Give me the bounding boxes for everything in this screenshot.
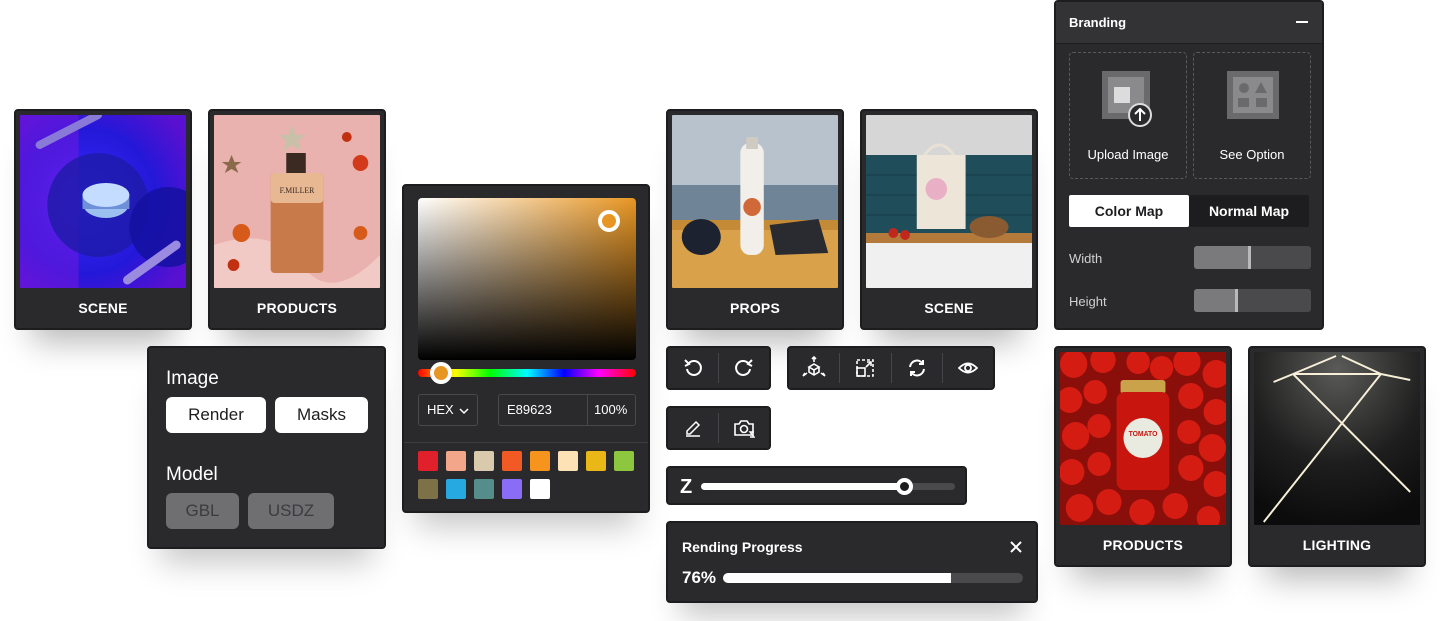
undo-icon [684,359,702,376]
resize-button[interactable] [840,348,890,388]
swatch-color[interactable] [614,451,634,471]
scene-label: SCENE [924,300,974,316]
close-button[interactable] [1006,537,1026,557]
bottle-brand-text: F.MILLER [280,186,315,195]
move-3d-button[interactable] [789,348,839,388]
chevron-down-icon [459,408,469,415]
scene-thumbnail [866,115,1032,288]
swatch-color[interactable] [474,479,494,499]
progress-fill [723,573,951,583]
swatch-color[interactable] [446,479,466,499]
lighting-card[interactable]: LIGHTING [1248,346,1426,567]
pencil-button[interactable] [668,408,718,448]
color-map-tab[interactable]: Color Map [1069,195,1189,227]
scene-label: SCENE [78,300,128,316]
lighting-thumbnail [1254,352,1420,525]
z-slider-fill [701,483,905,490]
upload-image-icon [1102,71,1152,127]
transform-toolbar [787,346,995,390]
redo-icon [735,359,753,376]
swatch-color[interactable] [474,451,494,471]
products-label: PRODUCTS [256,300,338,316]
refresh-icon [908,359,925,377]
branding-panel: Branding Upload Image See Option Color M… [1054,0,1324,330]
camera-rotate-icon [734,420,755,438]
height-slider[interactable] [1194,289,1311,312]
image-model-panel: Image Render Masks Model GBL USDZ [147,346,386,549]
usdz-button[interactable]: USDZ [248,493,334,529]
redo-button[interactable] [719,348,769,388]
progress-track [723,573,1023,583]
image-section-title: Image [166,368,219,389]
z-axis-label: Z [680,476,693,498]
close-icon [1010,541,1022,553]
color-picker-panel: HEX E89623 100% [402,184,650,513]
pencil-icon [686,420,701,437]
opacity-field[interactable]: 100% [594,395,627,425]
branding-title: Branding [1069,15,1127,30]
color-format-select[interactable]: HEX [418,394,478,426]
model-section-title: Model [166,464,218,485]
jar-label-text: TOMATO [1129,431,1158,438]
see-option-tile[interactable]: See Option [1193,52,1311,179]
hue-handle[interactable] [430,362,452,384]
move-3d-icon [802,356,826,377]
products-label: PRODUCTS [1102,537,1184,553]
progress-percent: 76% [682,568,717,587]
refresh-button[interactable] [892,348,942,388]
swatch-color[interactable] [530,479,550,499]
swatch-color[interactable] [586,451,606,471]
rendering-progress-title: Rending Progress [682,539,803,555]
products-card[interactable]: F.MILLER PRODUCTS [208,109,386,330]
rendering-progress-panel: Rending Progress 76% [666,521,1038,603]
branding-header: Branding [1056,2,1322,44]
scene-thumbnail [20,115,186,288]
products-card[interactable]: TOMATO PRODUCTS [1054,346,1232,567]
props-card[interactable]: PROPS [666,109,844,330]
glb-button[interactable]: GBL [166,493,239,529]
minus-icon [1296,21,1308,23]
width-slider-fill [1194,246,1252,269]
height-slider-fill [1194,289,1239,312]
swatch-color[interactable] [446,451,466,471]
lighting-label: LIGHTING [1302,537,1372,553]
hex-input-group: E89623 100% [498,394,636,426]
z-slider-handle[interactable] [896,478,914,495]
undo-button[interactable] [668,348,718,388]
products-thumbnail: F.MILLER [214,115,380,288]
swatch-color[interactable] [530,451,550,471]
z-slider-panel: Z [666,466,967,505]
width-slider[interactable] [1194,246,1311,269]
products-thumbnail: TOMATO [1060,352,1226,525]
props-thumbnail [672,115,838,288]
collapse-button[interactable] [1292,12,1312,32]
scene-card[interactable]: SCENE [860,109,1038,330]
z-slider-track[interactable] [701,478,955,495]
swatch-color[interactable] [418,451,438,471]
shapes-icon [1227,71,1279,119]
upload-image-label: Upload Image [1087,147,1169,162]
see-option-label: See Option [1219,147,1285,162]
hex-value-field[interactable]: E89623 [507,395,552,425]
masks-button[interactable]: Masks [275,397,368,433]
swatch-color[interactable] [418,479,438,499]
resize-icon [856,359,875,377]
render-button[interactable]: Render [166,397,266,433]
camera-rotate-button[interactable] [719,408,769,448]
upload-image-tile[interactable]: Upload Image [1069,52,1187,179]
height-label: Height [1069,294,1107,309]
color-format-label: HEX [427,402,454,417]
visibility-button[interactable] [943,348,993,388]
scene-card[interactable]: SCENE [14,109,192,330]
normal-map-tab[interactable]: Normal Map [1189,195,1309,227]
props-label: PROPS [729,300,780,316]
swatch-color[interactable] [502,451,522,471]
color-handle[interactable] [598,210,620,232]
history-toolbar [666,346,771,390]
swatch-color[interactable] [502,479,522,499]
width-label: Width [1069,251,1103,266]
eye-icon [957,362,978,374]
edit-toolbar [666,406,771,450]
swatch-color[interactable] [558,451,578,471]
